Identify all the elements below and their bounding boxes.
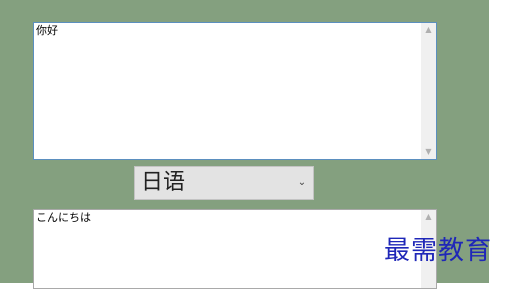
watermark-logo-text: 最需教育 <box>384 236 493 266</box>
source-scrollbar[interactable]: ▲ ▼ <box>421 23 436 159</box>
arrow-up-icon[interactable]: ▲ <box>421 23 436 37</box>
arrow-down-icon[interactable]: ▼ <box>421 145 436 159</box>
source-text-input[interactable]: 你好 ▲ ▼ <box>33 22 437 160</box>
result-text: こんにちは <box>36 211 91 224</box>
result-text-output[interactable]: こんにちは ▲ <box>33 209 437 289</box>
arrow-up-icon[interactable]: ▲ <box>421 210 436 224</box>
source-text: 你好 <box>36 24 58 37</box>
selected-language: 日语 <box>141 170 186 195</box>
language-select[interactable]: 日语 ⌄ <box>134 166 314 200</box>
chevron-down-icon[interactable]: ⌄ <box>297 177 307 189</box>
